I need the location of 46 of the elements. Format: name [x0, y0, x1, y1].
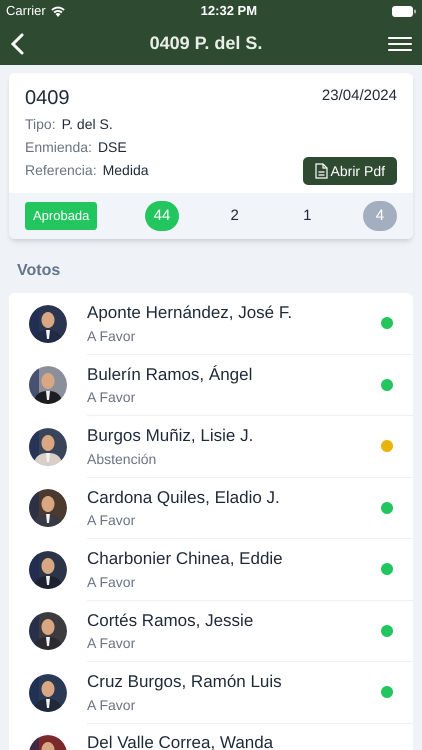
voter-name: Burgos Muñiz, Lisie J. — [87, 425, 254, 447]
voter-name: Cardona Quiles, Eladio J. — [87, 486, 281, 508]
vote-count: 4 — [362, 201, 397, 231]
menu-icon[interactable] — [388, 36, 412, 52]
date-text: 23/04/2024 — [322, 86, 397, 106]
vote-text: A Favor — [87, 572, 136, 592]
voter-name: Cruz Burgos, Ramón Luis — [87, 671, 283, 693]
voter-row[interactable]: Cruz Burgos, Ramón Luis A Favor — [9, 662, 413, 724]
battery-icon — [392, 6, 416, 16]
field-label: Enmienda: — [25, 138, 92, 157]
vote-text: A Favor — [87, 634, 136, 653]
carrier-text: Carrier — [6, 2, 46, 20]
field-label: Tipo: — [25, 115, 56, 134]
vote-text: A Favor — [87, 388, 136, 407]
open-pdf-button[interactable]: Abrir Pdf — [302, 157, 397, 185]
field-value: P. del S. — [62, 115, 113, 134]
voter-row[interactable]: Charbonier Chinea, Eddie A Favor — [9, 539, 413, 600]
voter-row[interactable]: Cortés Ramos, Jessie A Favor — [9, 600, 413, 662]
vote-text: A Favor — [87, 696, 136, 714]
voter-name: Charbonier Chinea, Eddie — [87, 548, 284, 570]
voter-name: Bulerín Ramos, Ángel — [87, 364, 254, 386]
header-title: 0409 P. del S. — [150, 32, 262, 55]
field-label: Referencia: — [25, 161, 97, 180]
status-badge: Aprobada — [25, 202, 98, 230]
vote-count: 44 — [145, 201, 179, 231]
voter-row[interactable]: Aponte Hernández, José F. A Favor — [9, 293, 413, 354]
vote-count: 2 — [229, 206, 240, 226]
clock-text: 12:32 PM — [200, 2, 258, 20]
voter-name: Del Valle Correa, Wanda — [87, 732, 274, 750]
field-value: DSE — [98, 138, 127, 157]
voter-row[interactable]: Burgos Muñiz, Lisie J. Abstención — [9, 416, 413, 478]
back-icon[interactable] — [10, 32, 24, 54]
section-heading: Votos — [17, 261, 62, 281]
vote-text: A Favor — [87, 511, 136, 530]
document-icon — [314, 163, 328, 179]
voter-row[interactable]: Cardona Quiles, Eladio J. A Favor — [9, 478, 413, 539]
vote-text: Abstención — [87, 450, 158, 468]
voter-row[interactable]: Del Valle Correa, Wanda — [9, 724, 413, 750]
voter-row[interactable]: Bulerín Ramos, Ángel A Favor — [9, 354, 413, 416]
bill-number: 0409 — [25, 86, 70, 111]
wifi-icon — [50, 5, 66, 17]
field-value: Medida — [102, 161, 149, 180]
voter-name: Aponte Hernández, José F. — [87, 302, 294, 324]
vote-text: A Favor — [87, 326, 136, 346]
voter-name: Cortés Ramos, Jessie — [87, 610, 254, 632]
vote-count: 1 — [302, 206, 312, 226]
